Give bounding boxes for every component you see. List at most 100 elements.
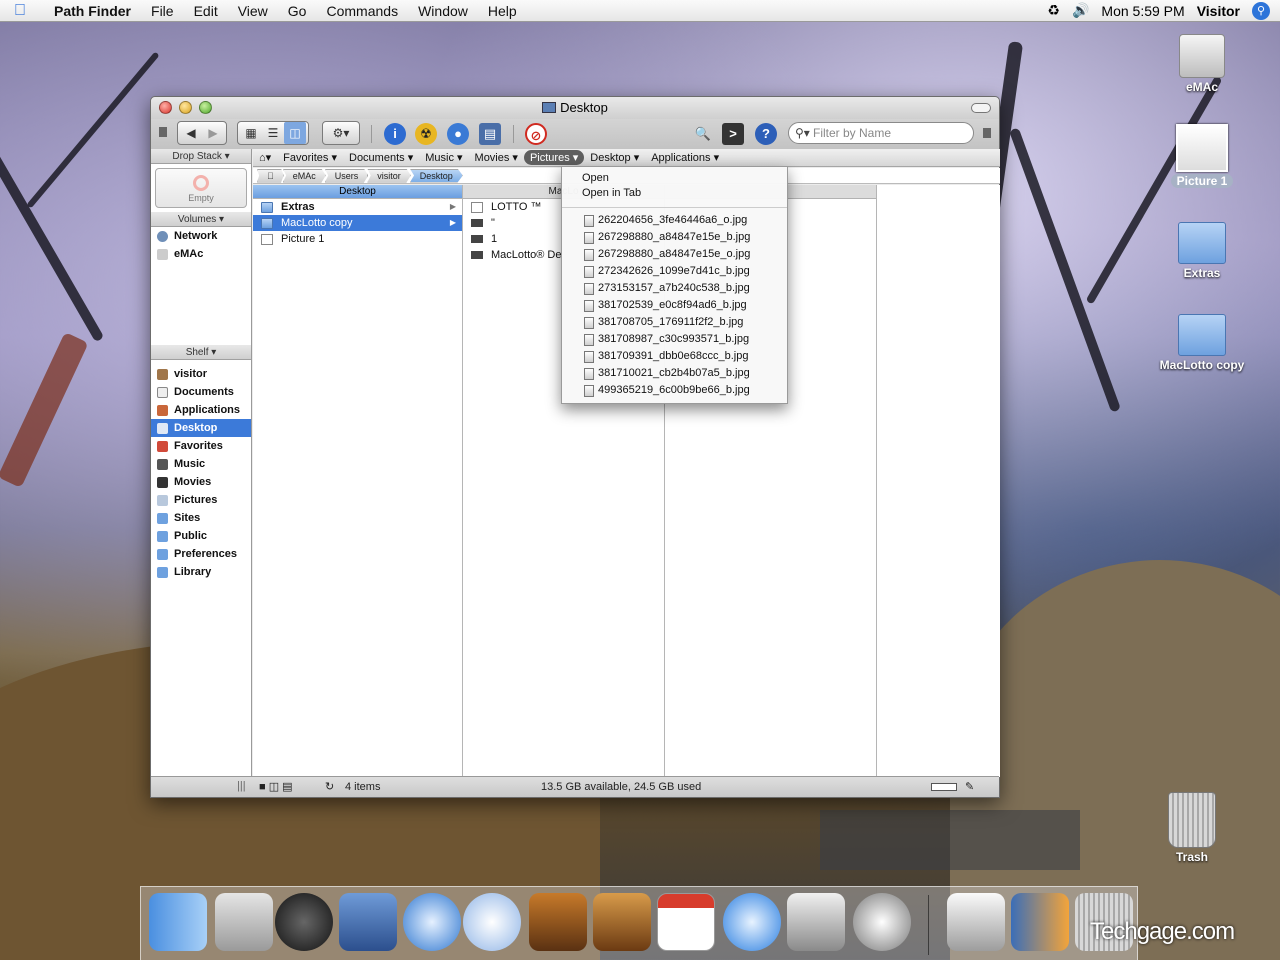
menu-file-item[interactable]: 381708705_176911f2f2_b.jpg <box>562 314 787 331</box>
system-apple-icon[interactable] <box>215 893 273 951</box>
pencil-icon[interactable]: ✎ <box>965 780 974 793</box>
crumb-users[interactable]: Users <box>324 168 369 183</box>
menu-file-item[interactable]: 267298880_a84847e15e_o.jpg <box>562 246 787 263</box>
menu-item-open[interactable]: Open <box>562 171 787 186</box>
fav-applications[interactable]: Applications ▾ <box>645 151 725 164</box>
menu-window[interactable]: Window <box>408 3 478 19</box>
help-icon[interactable]: ? <box>755 123 777 145</box>
menu-file-item[interactable]: 272342626_1099e7d41c_b.jpg <box>562 263 787 280</box>
menu-help[interactable]: Help <box>478 3 527 19</box>
fav-pictures[interactable]: Pictures ▾ <box>523 150 585 165</box>
desktop-icon-picture-1[interactable]: Picture 1 <box>1157 124 1247 188</box>
delete-icon[interactable]: ⊘ <box>525 123 547 145</box>
at-sign-icon[interactable] <box>947 893 1005 951</box>
clock[interactable]: Mon 5:59 PM <box>1101 3 1184 19</box>
filter-search-field[interactable]: ⚲▾ Filter by Name <box>788 122 974 144</box>
drop-stack[interactable]: Empty <box>155 168 247 208</box>
terminal-icon[interactable]: > <box>722 123 744 145</box>
column-header[interactable]: Desktop <box>253 185 462 199</box>
drive-icon[interactable]: ▤ <box>479 123 501 145</box>
action-menu-button[interactable]: ⚙▾ <box>322 121 360 145</box>
fav-movies[interactable]: Movies ▾ <box>469 151 524 164</box>
sidebar-item-desktop[interactable]: Desktop <box>151 419 251 437</box>
menu-go[interactable]: Go <box>278 3 317 19</box>
sidebar-item-movies[interactable]: Movies <box>151 473 251 491</box>
iphoto-icon[interactable] <box>529 893 587 951</box>
toolbar-toggle-button[interactable] <box>971 103 991 113</box>
sidebar-toggle-icon[interactable] <box>159 127 167 137</box>
status-button-icons[interactable]: ■ ◫ ▤ <box>259 780 293 793</box>
menu-file-item[interactable]: 267298880_a84847e15e_b.jpg <box>562 229 787 246</box>
mail-icon[interactable] <box>339 893 397 951</box>
sidebar-item-sites[interactable]: Sites <box>151 509 251 527</box>
printer-icon[interactable] <box>787 893 845 951</box>
apple-crumb-icon[interactable]:  <box>257 168 284 183</box>
back-arrow-icon[interactable]: ◀ <box>180 126 202 140</box>
menu-file-item[interactable]: 262204656_3fe46446a6_o.jpg <box>562 212 787 229</box>
list-item[interactable]: Extras ▶ <box>253 199 462 215</box>
dashboard-icon[interactable] <box>275 893 333 951</box>
fav-favorites[interactable]: Favorites ▾ <box>277 151 343 164</box>
desktop-icon-maclotto-copy[interactable]: MacLotto copy <box>1157 314 1247 372</box>
app-menu[interactable]: Path Finder <box>40 3 141 19</box>
safari-icon[interactable] <box>403 893 461 951</box>
sidebar-item-preferences[interactable]: Preferences <box>151 545 251 563</box>
size-slider[interactable] <box>931 783 957 791</box>
fav-music[interactable]: Music ▾ <box>419 151 468 164</box>
menu-file-item[interactable]: 273153157_a7b240c538_b.jpg <box>562 280 787 297</box>
list-item[interactable]: Picture 1 <box>253 231 462 247</box>
sidebar-item-public[interactable]: Public <box>151 527 251 545</box>
crumb-visitor[interactable]: visitor <box>367 168 411 183</box>
sidebar-item-emac[interactable]: eMAc <box>151 245 251 263</box>
sync-status-icon[interactable]: ♻ <box>1047 2 1060 19</box>
itunes-icon[interactable] <box>463 893 521 951</box>
close-button[interactable] <box>159 101 172 114</box>
sidebar-item-music[interactable]: Music <box>151 455 251 473</box>
home-menu-icon[interactable]: ⌂▾ <box>253 151 277 164</box>
menu-edit[interactable]: Edit <box>184 3 228 19</box>
menu-file-item[interactable]: 381709391_dbb0e68ccc_b.jpg <box>562 348 787 365</box>
garageband-icon[interactable] <box>593 893 651 951</box>
desktop-icon-trash[interactable]: Trash <box>1147 792 1237 864</box>
burn-icon[interactable]: ☢ <box>415 123 437 145</box>
quicktime-icon[interactable] <box>723 893 781 951</box>
spotlight-icon[interactable]: ⚲ <box>1252 1 1270 20</box>
compass-icon[interactable] <box>853 893 911 951</box>
volume-icon[interactable]: 🔊 <box>1072 2 1089 19</box>
list-item[interactable]: MacLotto copy ▶ <box>253 215 462 231</box>
sidebar-item-documents[interactable]: Documents <box>151 383 251 401</box>
volumes-header[interactable]: Volumes ▾ <box>151 212 251 227</box>
desktop-icon-emac[interactable]: eMAc <box>1157 34 1247 94</box>
resize-handle-icon[interactable]: ||| <box>237 780 246 792</box>
menu-commands[interactable]: Commands <box>316 3 408 19</box>
find-icon[interactable]: 🔍 <box>692 123 714 145</box>
menu-file-item[interactable]: 499365219_6c00b9be66_b.jpg <box>562 382 787 399</box>
view-mode-control[interactable]: ▦ ☰ ◫ <box>237 121 309 145</box>
column-view-icon[interactable]: ◫ <box>284 122 306 144</box>
sidebar-item-library[interactable]: Library <box>151 563 251 581</box>
list-view-icon[interactable]: ☰ <box>262 126 284 140</box>
refresh-icon[interactable]: ↻ <box>325 780 334 793</box>
zoom-button[interactable] <box>199 101 212 114</box>
shelf-header[interactable]: Shelf ▾ <box>151 345 251 360</box>
sidebar-item-visitor[interactable]: visitor <box>151 365 251 383</box>
apple-menu-icon[interactable]:  <box>0 2 40 20</box>
documents-stack-icon[interactable] <box>1011 893 1069 951</box>
sidebar-item-network[interactable]: Network <box>151 227 251 245</box>
crumb-desktop[interactable]: Desktop <box>409 168 463 183</box>
menu-file-item[interactable]: 381708987_c30c993571_b.jpg <box>562 331 787 348</box>
crumb-emac[interactable]: eMAc <box>282 168 326 183</box>
menu-file-item[interactable]: 381710021_cb2b4b07a5_b.jpg <box>562 365 787 382</box>
icon-view-icon[interactable]: ▦ <box>240 126 262 140</box>
menu-file-item[interactable]: 381702539_e0c8f94ad6_b.jpg <box>562 297 787 314</box>
sidebar-item-applications[interactable]: Applications <box>151 401 251 419</box>
info-icon[interactable]: i <box>384 123 406 145</box>
minimize-button[interactable] <box>179 101 192 114</box>
user-menu[interactable]: Visitor <box>1197 3 1240 19</box>
title-bar[interactable]: Desktop <box>151 97 999 119</box>
sidebar-item-pictures[interactable]: Pictures <box>151 491 251 509</box>
ical-icon[interactable] <box>657 893 715 951</box>
fav-desktop[interactable]: Desktop ▾ <box>584 151 645 164</box>
desktop-icon-extras[interactable]: Extras <box>1157 222 1247 280</box>
drop-stack-header[interactable]: Drop Stack ▾ <box>151 149 251 164</box>
